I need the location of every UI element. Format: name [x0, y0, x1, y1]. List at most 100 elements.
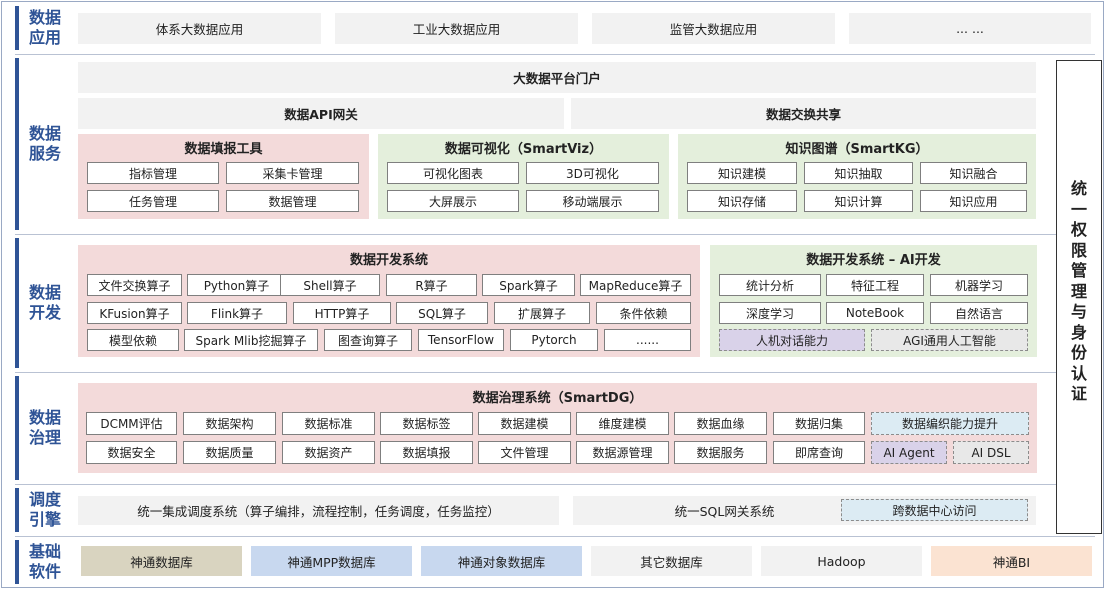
gov-item: 数据建模 — [478, 412, 571, 435]
operator-item: HTTP算子 — [293, 302, 391, 324]
gov-item: 数据填报 — [380, 441, 473, 464]
cross-datacenter-access: 跨数据中心访问 — [841, 499, 1028, 521]
layer-label-sched: 调度引擎 — [28, 490, 61, 529]
layer-separator — [15, 484, 1095, 485]
fill-tool-item: 采集卡管理 — [226, 162, 359, 184]
ai-dev-item-agi: AGI通用人工智能 — [871, 329, 1028, 351]
smartkg-item: 知识存储 — [687, 190, 797, 212]
ai-dev-item-human-dialogue: 人机对话能力 — [719, 329, 865, 351]
gov-item: DCMM评估 — [86, 412, 177, 435]
base-software-item: 其它数据库 — [591, 546, 752, 576]
base-software-item: 神通BI — [931, 546, 1092, 576]
ai-dev-item: 统计分析 — [719, 274, 821, 296]
operator-item: KFusion算子 — [87, 302, 182, 324]
gov-item: 即席查询 — [773, 441, 865, 464]
data-api-gateway: 数据API网关 — [78, 98, 564, 129]
ai-dev-item: 自然语言 — [930, 302, 1028, 324]
smartkg-title: 知识图谱（SmartKG） — [785, 141, 929, 157]
smartdg-title: 数据治理系统（SmartDG） — [472, 390, 643, 406]
unified-auth-panel: 统一权限管理与身份认证 — [1056, 60, 1102, 534]
layer-label-dev: 数据开发 — [28, 283, 61, 322]
app-item: ... ... — [849, 13, 1091, 44]
smartkg-item: 知识抽取 — [804, 162, 913, 184]
base-software-item: 神通数据库 — [81, 546, 242, 576]
layer-separator — [15, 234, 1095, 235]
operator-item: Python算子 — [187, 274, 286, 296]
layer-bar-dev — [15, 238, 19, 368]
layer-label-gov: 数据治理 — [28, 408, 61, 447]
base-software-item: 神通MPP数据库 — [251, 546, 412, 576]
operator-item: 扩展算子 — [494, 302, 590, 324]
smartviz-item: 大屏展示 — [387, 190, 519, 212]
smartkg-item: 知识应用 — [920, 190, 1027, 212]
operator-item: R算子 — [386, 274, 477, 296]
smartviz-item: 3D可视化 — [526, 162, 659, 184]
gov-item: 数据归集 — [773, 412, 865, 435]
operator-item: MapReduce算子 — [580, 274, 691, 296]
ai-dev-item: 特征工程 — [826, 274, 924, 296]
smartviz-item: 移动端展示 — [526, 190, 659, 212]
operator-item: 文件交换算子 — [87, 274, 182, 296]
operator-item: 模型依赖 — [87, 329, 179, 351]
layer-bar-base — [15, 540, 19, 584]
layer-label-service: 数据服务 — [28, 124, 61, 163]
gov-item: 维度建模 — [576, 412, 669, 435]
operator-item: ...... — [604, 329, 691, 351]
smartviz-item: 可视化图表 — [387, 162, 519, 184]
fill-tool-item: 任务管理 — [87, 190, 219, 212]
ai-dev-item: 深度学习 — [719, 302, 821, 324]
app-item: 体系大数据应用 — [78, 13, 321, 44]
gov-item: 数据安全 — [86, 441, 177, 464]
gov-item-data-fabric: 数据编织能力提升 — [871, 412, 1029, 435]
layer-bar-service — [15, 58, 19, 230]
operator-item: Flink算子 — [187, 302, 287, 324]
gov-item: 数据服务 — [674, 441, 767, 464]
gov-item: 数据资产 — [282, 441, 375, 464]
gov-item: 数据质量 — [183, 441, 276, 464]
layer-separator — [15, 54, 1095, 55]
gov-item: 文件管理 — [478, 441, 571, 464]
fill-tool-item: 指标管理 — [87, 162, 219, 184]
ai-dev-title: 数据开发系统 – AI开发 — [806, 252, 941, 268]
app-item: 工业大数据应用 — [335, 13, 578, 44]
gov-item: 数据架构 — [183, 412, 276, 435]
unified-scheduling-system: 统一集成调度系统（算子编排，流程控制，任务调度，任务监控） — [78, 496, 559, 525]
layer-label-app: 数据应用 — [28, 8, 61, 47]
gov-item: 数据血缘 — [674, 412, 767, 435]
layer-separator — [15, 536, 1095, 537]
ai-dev-item: 机器学习 — [930, 274, 1028, 296]
fill-tool-title: 数据填报工具 — [184, 141, 263, 157]
unified-auth-label: 统一权限管理与身份认证 — [1070, 179, 1087, 403]
operator-item: TensorFlow — [418, 329, 504, 351]
smartkg-item: 知识融合 — [920, 162, 1027, 184]
gov-item-ai-agent: AI Agent — [871, 441, 947, 464]
smartkg-item: 知识计算 — [804, 190, 913, 212]
operator-item: SQL算子 — [396, 302, 488, 324]
gov-item-ai-dsl: AI DSL — [953, 441, 1029, 464]
dev-system-title: 数据开发系统 — [349, 252, 428, 268]
gov-item: 数据标签 — [380, 412, 473, 435]
app-item: 监管大数据应用 — [592, 13, 835, 44]
layer-bar-gov — [15, 376, 19, 480]
gov-item: 数据源管理 — [576, 441, 669, 464]
operator-item: Pytorch — [510, 329, 598, 351]
smartviz-title: 数据可视化（SmartViz） — [444, 141, 603, 157]
layer-bar-app — [15, 6, 19, 50]
base-software-item: Hadoop — [761, 546, 922, 576]
ai-dev-item: NoteBook — [826, 302, 924, 324]
operator-item: 图查询算子 — [324, 329, 412, 351]
layer-bar-sched — [15, 488, 19, 532]
operator-item: Spark Mlib挖掘算子 — [184, 329, 318, 351]
data-exchange-share: 数据交换共享 — [571, 98, 1036, 129]
gov-item: 数据标准 — [282, 412, 375, 435]
sql-gateway-label: 统一SQL网关系统 — [674, 504, 775, 519]
base-software-item: 神通对象数据库 — [421, 546, 582, 576]
layer-label-base: 基础软件 — [28, 542, 61, 581]
layer-separator — [15, 372, 1095, 373]
operator-item: Spark算子 — [482, 274, 575, 296]
platform-portal: 大数据平台门户 — [78, 62, 1036, 93]
smartkg-item: 知识建模 — [687, 162, 797, 184]
fill-tool-item: 数据管理 — [226, 190, 359, 212]
operator-item: Shell算子 — [280, 274, 380, 296]
operator-item: 条件依赖 — [596, 302, 691, 324]
